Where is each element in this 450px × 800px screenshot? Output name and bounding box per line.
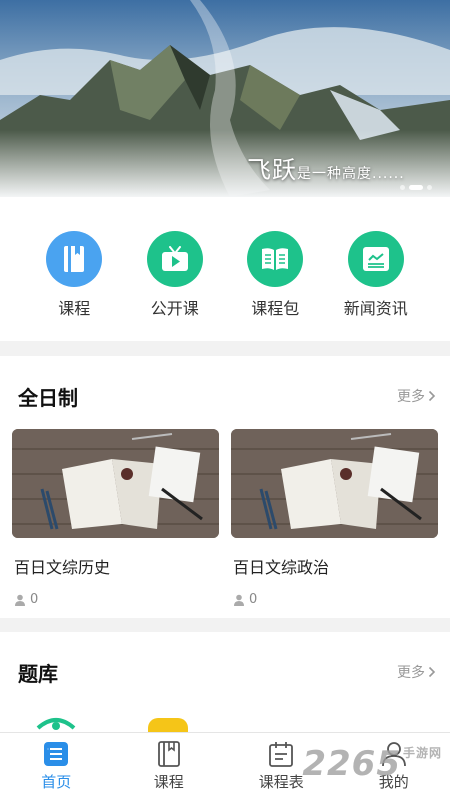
news-card-icon bbox=[347, 231, 404, 287]
tab-home[interactable]: 首页 bbox=[0, 733, 113, 800]
tab-label: 首页 bbox=[41, 773, 72, 791]
pagination-dot-active[interactable] bbox=[409, 185, 423, 190]
person-icon bbox=[234, 594, 244, 606]
question-bank-section: 题库 更多 bbox=[0, 632, 450, 732]
quick-item-news[interactable]: 新闻资讯 bbox=[336, 231, 416, 341]
course-card[interactable]: 百日文综历史 0 bbox=[12, 429, 219, 607]
chevron-right-icon bbox=[428, 390, 436, 402]
quick-item-label: 新闻资讯 bbox=[343, 299, 408, 318]
bookmark-book-icon bbox=[157, 741, 180, 767]
quick-menu: 课程 公开课 课程包 新闻资讯 bbox=[0, 197, 450, 341]
student-count-value: 0 bbox=[249, 592, 258, 607]
course-book-icon bbox=[46, 231, 103, 287]
hero-banner[interactable]: 飞跃是一种高度...... bbox=[0, 0, 450, 197]
quick-item-label: 课程包 bbox=[251, 299, 300, 318]
tab-label: 课程表 bbox=[258, 773, 304, 791]
student-count: 0 bbox=[231, 592, 438, 607]
course-title: 百日文综历史 bbox=[14, 558, 111, 577]
section-title: 全日制 bbox=[18, 385, 78, 410]
chevron-right-icon bbox=[428, 666, 436, 678]
quick-item-course[interactable]: 课程 bbox=[34, 231, 114, 341]
fulltime-section: 全日制 更多 百日文综历史 0 百日文综政治 0 bbox=[0, 356, 450, 618]
student-count-value: 0 bbox=[30, 592, 39, 607]
tab-label: 课程 bbox=[153, 773, 184, 791]
banner-caption: 飞跃是一种高度...... bbox=[247, 150, 405, 185]
more-link[interactable]: 更多 bbox=[397, 386, 436, 406]
question-bank-item-icon[interactable] bbox=[144, 714, 192, 732]
schedule-icon bbox=[269, 742, 294, 767]
person-icon bbox=[15, 594, 25, 606]
banner-caption-tail: 是一种高度...... bbox=[297, 166, 405, 182]
banner-caption-main: 飞跃 bbox=[247, 156, 297, 184]
pagination-dot[interactable] bbox=[427, 185, 432, 190]
quick-item-course-package[interactable]: 课程包 bbox=[235, 231, 315, 341]
student-count: 0 bbox=[12, 592, 219, 607]
section-header: 全日制 更多 bbox=[0, 356, 450, 436]
question-bank-item-icon[interactable] bbox=[32, 714, 80, 732]
course-title: 百日文综政治 bbox=[233, 558, 330, 577]
question-bank-items bbox=[32, 714, 192, 732]
section-title: 题库 bbox=[18, 661, 58, 686]
pagination-dot[interactable] bbox=[400, 185, 405, 190]
quick-item-open-course[interactable]: 公开课 bbox=[135, 231, 215, 341]
more-link-label: 更多 bbox=[397, 665, 425, 681]
course-thumbnail bbox=[12, 429, 219, 538]
watermark-text: 2265 bbox=[302, 744, 401, 784]
more-link-label: 更多 bbox=[397, 389, 425, 405]
course-cards: 百日文综历史 0 百日文综政治 0 bbox=[0, 429, 450, 607]
open-book-icon bbox=[247, 231, 304, 287]
tv-play-icon bbox=[146, 231, 203, 287]
quick-item-label: 课程 bbox=[58, 299, 91, 318]
course-card[interactable]: 百日文综政治 0 bbox=[231, 429, 438, 607]
home-list-icon bbox=[44, 742, 69, 766]
course-thumbnail bbox=[231, 429, 438, 538]
section-header: 题库 更多 bbox=[0, 632, 450, 712]
tab-course[interactable]: 课程 bbox=[113, 733, 226, 800]
banner-pagination bbox=[400, 185, 432, 190]
quick-item-label: 公开课 bbox=[150, 299, 199, 318]
more-link[interactable]: 更多 bbox=[397, 662, 436, 682]
watermark-sub: 手游网 bbox=[402, 746, 442, 760]
site-watermark: 2265 手游网 bbox=[302, 744, 442, 784]
